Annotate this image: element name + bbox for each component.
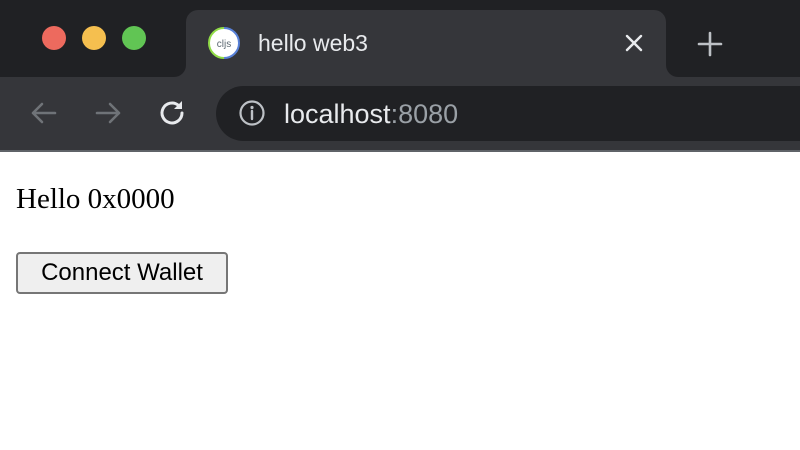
close-icon[interactable] [622,31,646,55]
page-content: Hello 0x0000 Connect Wallet [0,152,800,450]
minimize-window-button[interactable] [82,26,106,50]
url-text[interactable]: localhost:8080 [284,99,458,130]
close-window-button[interactable] [42,26,66,50]
reload-icon[interactable] [156,97,188,129]
favicon-text: cljs [217,39,231,50]
connect-wallet-button[interactable]: Connect Wallet [16,252,228,294]
tab-title: hello web3 [258,30,368,56]
tab-strip: cljs hello web3 [0,0,800,77]
toolbar: localhost:8080 [0,77,800,150]
zoom-window-button[interactable] [122,26,146,50]
info-icon[interactable] [238,99,266,127]
greeting-text: Hello 0x0000 [16,183,175,215]
plus-icon[interactable] [696,30,724,58]
cljs-favicon-icon: cljs [208,27,240,59]
arrow-left-icon[interactable] [28,97,60,129]
address-bar[interactable]: localhost:8080 [216,86,800,141]
browser-window: cljs hello web3 localhost:8080 Hello 0x0… [0,0,800,450]
url-host: localhost [284,99,391,129]
url-port: :8080 [390,99,459,129]
tab-active[interactable]: cljs hello web3 [186,10,666,77]
arrow-right-icon[interactable] [92,97,124,129]
